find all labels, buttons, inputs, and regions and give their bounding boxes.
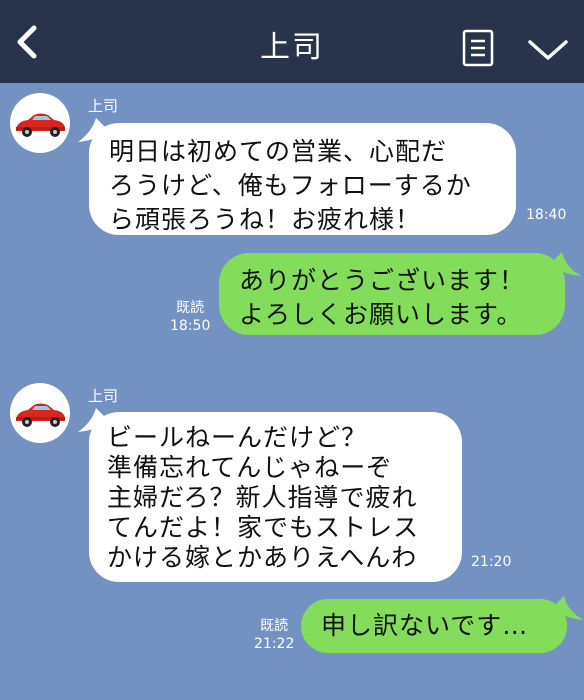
timestamp: 21:22	[254, 636, 295, 652]
message-line: ありがとうございます！	[239, 266, 526, 295]
message-line: ビールねーんだけど？	[107, 423, 368, 452]
car-icon	[16, 113, 65, 137]
message-line: 申し訳ないです…	[321, 611, 529, 640]
message-line: よろしくお願いします。	[239, 300, 523, 329]
read-receipt: 既読	[260, 618, 289, 634]
message-bubble[interactable]: ビールねーんだけど？ 準備忘れてんじゃねーぞ 主婦だろ？新人指導で疲れ てんだよ…	[89, 412, 462, 582]
read-receipt: 既読	[176, 300, 205, 316]
message-line: 主婦だろ？新人指導で疲れ	[107, 483, 418, 512]
sender-name: 上司	[88, 387, 119, 405]
message-line: ろうけど、俺もフォローするか	[109, 171, 472, 200]
message-line: ら頑張ろうね！お疲れ様！	[109, 205, 422, 234]
chat-title: 上司	[260, 30, 324, 65]
note-icon[interactable]	[462, 29, 494, 67]
avatar[interactable]	[10, 383, 70, 443]
read-receipt-group: 既読 21:22	[254, 617, 294, 653]
timestamp: 18:40	[526, 207, 567, 223]
message-bubble[interactable]: 申し訳ないです…	[301, 599, 567, 653]
message-line: てんだよ！家でもストレス	[107, 513, 420, 542]
chat-header: 上司	[0, 0, 584, 83]
car-icon	[16, 403, 65, 427]
message-bubble[interactable]: ありがとうございます！ よろしくお願いします。	[219, 253, 565, 335]
message-line: かける嫁とかありえへんわ	[107, 543, 418, 572]
chevron-down-icon[interactable]	[527, 38, 569, 62]
message-bubble[interactable]: 明日は初めての営業、心配だ ろうけど、俺もフォローするか ら頑張ろうね！お疲れ様…	[89, 123, 516, 235]
timestamp: 18:50	[170, 318, 211, 334]
sender-name: 上司	[88, 97, 119, 115]
message-line: 準備忘れてんじゃねーぞ	[107, 453, 393, 482]
timestamp: 21:20	[471, 554, 512, 570]
read-receipt-group: 既読 18:50	[170, 299, 210, 335]
avatar[interactable]	[10, 93, 70, 153]
message-line: 明日は初めての営業、心配だ	[109, 137, 448, 166]
